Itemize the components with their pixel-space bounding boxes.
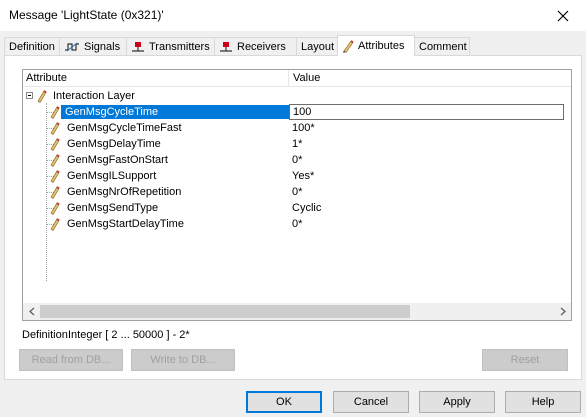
attribute-row[interactable]: GenMsgCycleTime 100 xyxy=(23,104,571,120)
attribute-value[interactable]: 0* xyxy=(289,185,302,199)
close-button[interactable] xyxy=(540,0,586,31)
tab-label: Attributes xyxy=(358,40,405,52)
attribute-name: GenMsgILSupport xyxy=(67,170,157,182)
tab-label: Definition xyxy=(9,40,55,53)
tab-label: Comment xyxy=(419,40,467,53)
button-label: Cancel xyxy=(353,396,389,408)
tab-layout[interactable]: Layout xyxy=(296,37,338,55)
reset-button[interactable]: Reset xyxy=(482,349,568,371)
attribute-value[interactable]: Cyclic xyxy=(289,201,321,215)
button-label: OK xyxy=(276,396,292,408)
close-icon xyxy=(557,10,569,21)
button-label: Help xyxy=(531,396,555,408)
button-label: Write to DB... xyxy=(150,354,216,366)
grid-header: Attribute Value xyxy=(23,70,571,87)
write-to-db-button[interactable]: Write to DB... xyxy=(131,349,235,371)
attribute-row[interactable]: GenMsgNrOfRepetition 0* xyxy=(23,184,571,200)
group-label: Interaction Layer xyxy=(53,90,135,102)
tab-attributes[interactable]: Attributes xyxy=(337,35,415,56)
attribute-name: GenMsgNrOfRepetition xyxy=(67,186,182,198)
definition-label: Definition: xyxy=(22,329,71,341)
attribute-name: GenMsgSendType xyxy=(67,202,159,214)
column-divider[interactable] xyxy=(288,70,289,86)
horizontal-scrollbar[interactable] xyxy=(23,303,571,320)
column-header-attribute[interactable]: Attribute xyxy=(26,72,67,84)
column-header-value[interactable]: Value xyxy=(293,72,320,84)
attribute-value[interactable]: 0* xyxy=(289,217,302,231)
chevron-left-icon xyxy=(28,307,34,316)
group-row[interactable]: Interaction Layer xyxy=(23,88,571,104)
tab-signals[interactable]: Signals xyxy=(59,37,127,55)
tab-strip: Definition Signals Transmitters Receiver… xyxy=(4,35,584,56)
attribute-value[interactable]: Yes* xyxy=(289,169,314,183)
pencil-icon xyxy=(50,217,60,234)
cancel-button[interactable]: Cancel xyxy=(333,391,409,413)
button-label: Reset xyxy=(510,354,540,366)
attributes-panel: Attribute Value Interaction Layer GenMsg… xyxy=(4,55,582,380)
collapse-toggle[interactable] xyxy=(26,92,33,99)
attribute-row[interactable]: GenMsgILSupport Yes* xyxy=(23,168,571,184)
button-label: Read from DB... xyxy=(31,354,111,366)
attribute-value[interactable]: 1* xyxy=(289,137,302,151)
tab-label: Signals xyxy=(84,40,121,53)
attribute-grid: Attribute Value Interaction Layer GenMsg… xyxy=(22,69,572,321)
read-from-db-button[interactable]: Read from DB... xyxy=(19,349,123,371)
tab-label: Layout xyxy=(301,40,335,53)
tab-label: Receivers xyxy=(237,40,286,53)
node-icon xyxy=(219,41,233,53)
attribute-row[interactable]: GenMsgSendType Cyclic xyxy=(23,200,571,216)
help-button[interactable]: Help xyxy=(505,391,581,413)
attribute-row[interactable]: GenMsgFastOnStart 0* xyxy=(23,152,571,168)
button-label: Apply xyxy=(443,396,471,408)
tab-definition[interactable]: Definition xyxy=(4,37,60,55)
tab-comment[interactable]: Comment xyxy=(414,37,470,55)
node-icon xyxy=(131,41,145,53)
tab-label: Transmitters xyxy=(149,40,210,53)
scroll-thumb[interactable] xyxy=(40,305,410,318)
definition-value: Integer [ 2 ... 50000 ] - 2* xyxy=(68,329,190,341)
tab-receivers[interactable]: Receivers xyxy=(214,37,297,55)
attribute-name: GenMsgCycleTime xyxy=(61,105,289,119)
attribute-name: GenMsgCycleTimeFast xyxy=(67,122,182,134)
attribute-name: GenMsgDelayTime xyxy=(67,138,161,150)
scroll-right-button[interactable] xyxy=(554,303,571,320)
attribute-value-editor[interactable]: 100 xyxy=(289,104,564,120)
attribute-row[interactable]: GenMsgStartDelayTime 0* xyxy=(23,216,571,232)
pencil-icon xyxy=(342,39,354,53)
chevron-right-icon xyxy=(560,307,566,316)
title-bar: Message 'LightState (0x321)' xyxy=(0,0,586,31)
apply-button[interactable]: Apply xyxy=(419,391,495,413)
ok-button[interactable]: OK xyxy=(246,391,322,413)
signal-icon xyxy=(64,41,80,53)
attribute-name: GenMsgFastOnStart xyxy=(67,154,168,166)
attribute-value[interactable]: 0* xyxy=(289,153,302,167)
attribute-row[interactable]: GenMsgCycleTimeFast 100* xyxy=(23,120,571,136)
window-title: Message 'LightState (0x321)' xyxy=(9,8,164,22)
scroll-left-button[interactable] xyxy=(23,303,40,320)
attribute-value[interactable]: 100* xyxy=(289,121,315,135)
attribute-row[interactable]: GenMsgDelayTime 1* xyxy=(23,136,571,152)
tab-transmitters[interactable]: Transmitters xyxy=(126,37,215,55)
attribute-name: GenMsgStartDelayTime xyxy=(67,218,184,230)
